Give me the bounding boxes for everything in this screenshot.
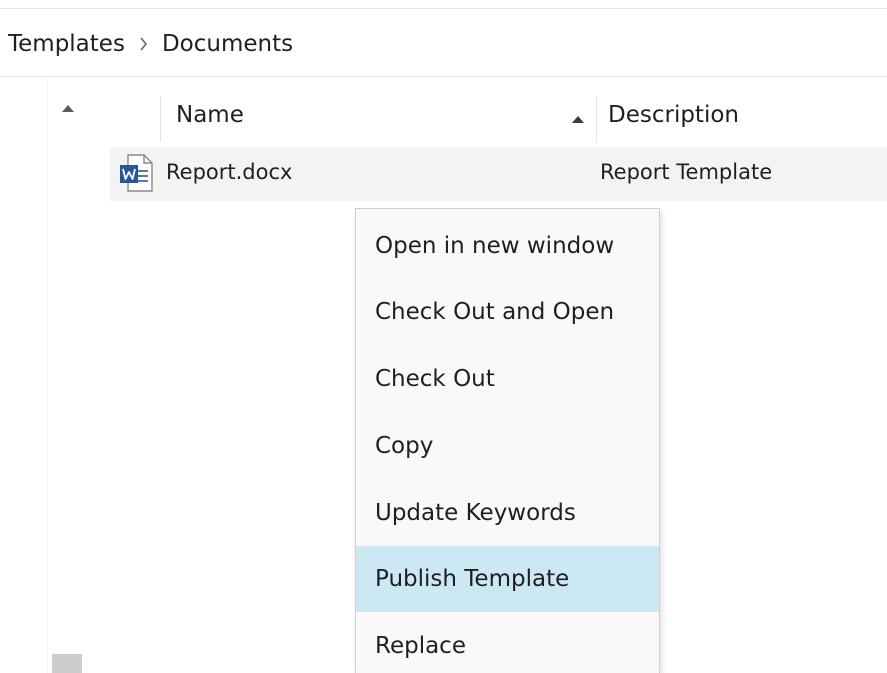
column-header-name[interactable]: Name <box>176 102 244 128</box>
breadcrumb-item-templates[interactable]: Templates <box>8 31 125 57</box>
scrollbar-track <box>47 78 88 673</box>
breadcrumb-item-documents[interactable]: Documents <box>162 31 293 57</box>
column-divider[interactable] <box>596 96 597 142</box>
scrollbar-thumb[interactable] <box>52 654 82 673</box>
menu-item-check-out-and-open[interactable]: Check Out and Open <box>356 279 659 345</box>
breadcrumb: Templates Documents <box>8 26 293 62</box>
navigation-pane-scrollbar[interactable] <box>47 78 88 673</box>
breadcrumb-divider <box>0 76 887 77</box>
column-header-row: Name Description <box>88 96 887 142</box>
scroll-up-arrow-icon[interactable] <box>62 105 74 112</box>
top-divider <box>0 8 887 9</box>
word-document-icon <box>118 153 154 193</box>
menu-item-publish-template[interactable]: Publish Template <box>356 546 659 612</box>
menu-item-copy[interactable]: Copy <box>356 413 659 479</box>
menu-item-replace[interactable]: Replace <box>356 613 659 673</box>
file-description: Report Template <box>600 160 773 184</box>
sort-ascending-icon <box>572 116 584 123</box>
column-header-description[interactable]: Description <box>608 102 739 128</box>
file-name: Report.docx <box>166 160 293 184</box>
menu-item-open-in-new-window[interactable]: Open in new window <box>356 213 659 279</box>
file-explorer-window: Templates Documents Name Description Rep… <box>0 0 887 673</box>
menu-item-update-keywords[interactable]: Update Keywords <box>356 480 659 546</box>
context-menu: Open in new window Check Out and Open Ch… <box>355 208 660 673</box>
column-divider[interactable] <box>160 96 161 142</box>
menu-item-check-out[interactable]: Check Out <box>356 346 659 412</box>
file-row[interactable]: Report.docx Report Template <box>110 147 887 201</box>
chevron-right-icon <box>139 37 148 51</box>
